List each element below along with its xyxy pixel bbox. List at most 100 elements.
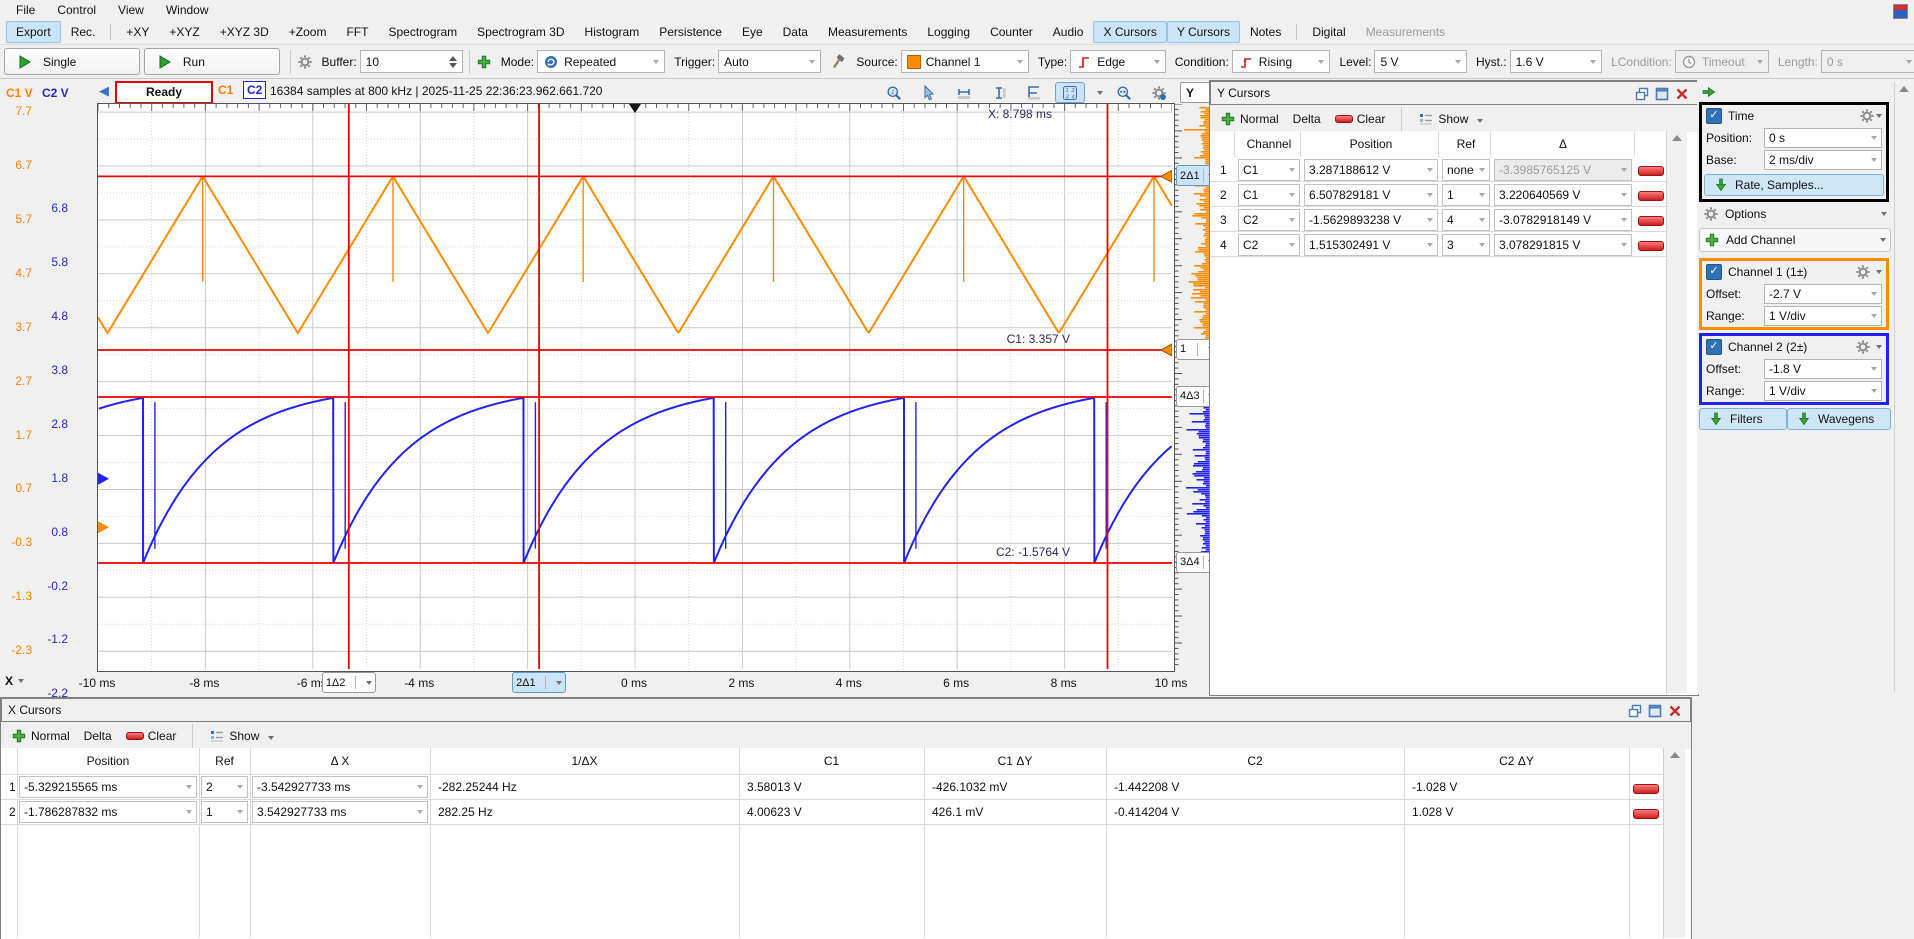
- show-menu-button[interactable]: Show: [205, 726, 278, 746]
- x-cursor-1-ref-dropdown[interactable]: 2: [201, 776, 248, 798]
- type-dropdown[interactable]: Edge: [1070, 50, 1166, 73]
- time-gear-icon[interactable]: [1859, 108, 1875, 124]
- y-cursors-titlebar[interactable]: Y Cursors: [1210, 81, 1698, 105]
- zoom-in-button[interactable]: 1: [880, 83, 908, 102]
- remove-cursor-button[interactable]: [1633, 783, 1659, 797]
- y-cursor-1-channel-dropdown[interactable]: C1: [1238, 159, 1300, 181]
- setting-dropdown[interactable]: -2.7 V: [1764, 284, 1882, 304]
- tab-xyz-3d[interactable]: +XYZ 3D: [210, 21, 279, 43]
- y-cursor-4-delta-dropdown[interactable]: 3.078291815 V: [1494, 234, 1632, 256]
- condition-dropdown[interactable]: Rising: [1232, 50, 1331, 73]
- tab-data[interactable]: Data: [773, 21, 818, 43]
- tab-counter[interactable]: Counter: [980, 21, 1043, 43]
- remove-cursor-button[interactable]: [1638, 240, 1664, 254]
- maximize-window-button[interactable]: [1654, 86, 1671, 101]
- tab-histogram[interactable]: Histogram: [575, 21, 650, 43]
- y-cursor-3-delta-dropdown[interactable]: -3.0782918149 V: [1494, 209, 1632, 231]
- float-window-button[interactable]: [1634, 86, 1651, 101]
- trigger-dropdown[interactable]: Auto: [718, 50, 821, 73]
- filters-button[interactable]: Filters: [1699, 408, 1787, 430]
- plot-area[interactable]: [97, 103, 1175, 672]
- setting-dropdown[interactable]: 2 ms/div: [1764, 150, 1882, 170]
- tab-spectrogram-3d[interactable]: Spectrogram 3D: [467, 21, 574, 43]
- remove-cursor-button[interactable]: [1638, 215, 1664, 229]
- zoom-fit-button[interactable]: [1110, 83, 1138, 102]
- channel-enable-checkbox[interactable]: ✓: [1706, 339, 1722, 355]
- maximize-window-button[interactable]: [1647, 703, 1664, 718]
- close-window-button[interactable]: [1674, 86, 1691, 101]
- v-measure-button[interactable]: [985, 83, 1013, 102]
- x-cursor-1-position-dropdown[interactable]: -5.329215565 ms: [19, 776, 197, 798]
- y-cursor-2-position-dropdown[interactable]: 6.507829181 V: [1304, 184, 1438, 206]
- remove-cursor-button[interactable]: [1638, 165, 1664, 179]
- grid-layout-button[interactable]: 1234: [1055, 82, 1085, 103]
- tab-audio[interactable]: Audio: [1043, 21, 1094, 43]
- x-cursors-titlebar[interactable]: X Cursors: [1, 698, 1691, 722]
- x-cursor-2-ref-dropdown[interactable]: 1: [201, 801, 248, 823]
- setting-dropdown[interactable]: -1.8 V: [1764, 359, 1882, 379]
- tab-spectrogram[interactable]: Spectrogram: [378, 21, 467, 43]
- channel1-badge[interactable]: C1: [218, 83, 233, 97]
- tab-persistence[interactable]: Persistence: [649, 21, 732, 43]
- spinner-arrows-icon[interactable]: [449, 56, 457, 68]
- y-cursor-3-ref-dropdown[interactable]: 4: [1442, 209, 1490, 231]
- tab-logging[interactable]: Logging: [917, 21, 980, 43]
- tab-y-cursors[interactable]: Y Cursors: [1167, 21, 1240, 43]
- y-cursor-1-position-dropdown[interactable]: 3.287188612 V: [1304, 159, 1438, 181]
- remove-cursor-button[interactable]: [1633, 808, 1659, 822]
- tab-zoom[interactable]: +Zoom: [279, 21, 337, 43]
- x-axis-selector[interactable]: X: [5, 674, 24, 688]
- x-cursors-scrollbar[interactable]: [1663, 748, 1685, 938]
- waveform-plot[interactable]: [98, 104, 1172, 669]
- x-cursor-2-position-dropdown[interactable]: -1.786287832 ms: [19, 801, 197, 823]
- collapse-left-icon[interactable]: ◀: [99, 83, 109, 99]
- options-button[interactable]: Options: [1699, 203, 1891, 225]
- tab-measurements[interactable]: Measurements: [818, 21, 917, 43]
- buffer-gear-icon[interactable]: [297, 54, 313, 70]
- add-mode-icon[interactable]: [476, 54, 492, 70]
- add-delta-cursor-button[interactable]: Delta: [1289, 110, 1325, 128]
- hysteresis-dropdown[interactable]: 1.6 V: [1510, 50, 1602, 73]
- tab-x-cursors[interactable]: X Cursors: [1093, 21, 1166, 43]
- channel-gear-icon[interactable]: [1855, 264, 1871, 280]
- source-dropdown[interactable]: Channel 1: [901, 50, 1029, 73]
- mode-dropdown[interactable]: Repeated: [537, 50, 665, 73]
- wavegens-button[interactable]: Wavegens: [1787, 408, 1891, 430]
- menu-control[interactable]: Control: [47, 1, 106, 19]
- remove-cursor-button[interactable]: [1638, 190, 1664, 204]
- tab-rec[interactable]: Rec.: [61, 21, 106, 43]
- clear-cursors-button[interactable]: Clear: [1331, 110, 1390, 128]
- clear-cursors-button[interactable]: Clear: [122, 727, 181, 745]
- x-cursor-1-dx-dropdown[interactable]: -3.542927733 ms: [252, 776, 428, 798]
- tab-export[interactable]: Export: [6, 21, 61, 43]
- tab-xy[interactable]: +XY: [116, 21, 159, 43]
- setting-dropdown[interactable]: 1 V/div: [1764, 381, 1882, 401]
- menu-file[interactable]: File: [6, 1, 45, 19]
- channel-gear-icon[interactable]: [1855, 339, 1871, 355]
- tab-xyz[interactable]: +XYZ: [159, 21, 209, 43]
- sidebar-scrollbar[interactable]: [1894, 82, 1913, 692]
- y-cursor-3-position-dropdown[interactable]: -1.5629893238 V: [1304, 209, 1438, 231]
- y-cursor-4-channel-dropdown[interactable]: C2: [1238, 234, 1300, 256]
- float-window-button[interactable]: [1627, 703, 1644, 718]
- single-button[interactable]: Single: [4, 48, 140, 75]
- x-cursor-marker-2-1[interactable]: 2Δ1: [512, 672, 566, 693]
- run-button[interactable]: Run: [144, 48, 280, 75]
- channel2-badge[interactable]: C2: [243, 81, 266, 99]
- y-cursor-2-channel-dropdown[interactable]: C1: [1238, 184, 1300, 206]
- add-channel-button[interactable]: Add Channel: [1699, 228, 1891, 252]
- y-cursor-2-delta-dropdown[interactable]: 3.220640569 V: [1494, 184, 1632, 206]
- app-corner-icon[interactable]: [1893, 4, 1908, 19]
- x-cursor-marker-1-2[interactable]: 1Δ2: [322, 672, 376, 693]
- y-cursor-4-position-dropdown[interactable]: 1.515302491 V: [1304, 234, 1438, 256]
- grid-layout-chevron-icon[interactable]: [1097, 91, 1103, 95]
- pointer-mode-button[interactable]: [915, 83, 943, 102]
- tab-fft[interactable]: FFT: [336, 21, 378, 43]
- add-delta-cursor-button[interactable]: Delta: [80, 727, 116, 745]
- y-cursor-1-ref-dropdown[interactable]: none: [1442, 159, 1490, 181]
- tab-notes[interactable]: Notes: [1240, 21, 1291, 43]
- edge-measure-button[interactable]: [1020, 83, 1048, 102]
- menu-view[interactable]: View: [108, 1, 154, 19]
- time-enable-checkbox[interactable]: ✓: [1706, 108, 1722, 124]
- tab-measurements[interactable]: Measurements: [1356, 21, 1455, 43]
